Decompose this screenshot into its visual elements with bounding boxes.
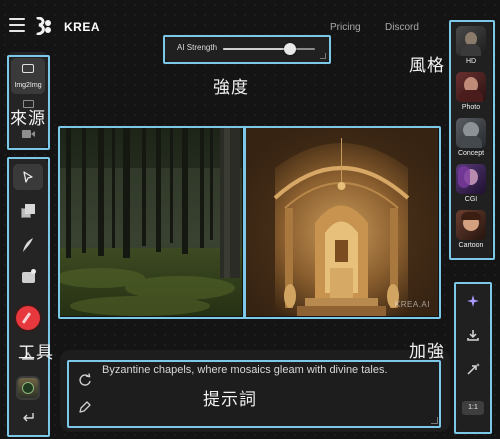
annotation-style: 風格: [409, 56, 445, 76]
nav-discord-link[interactable]: Discord: [385, 22, 419, 33]
highlight-source: [7, 55, 50, 150]
brand-name: KREA: [64, 20, 101, 34]
highlight-styles: [449, 20, 495, 260]
highlight-tools: [7, 157, 50, 437]
annotation-tools: 工具: [18, 343, 54, 363]
krea-logo-icon: [36, 17, 51, 35]
annotation-source: 來源: [10, 109, 46, 129]
highlight-enhance: [454, 282, 492, 434]
annotation-prompt: 提示詞: [203, 390, 257, 410]
highlight-input-canvas: [58, 126, 246, 319]
annotation-strength: 強度: [213, 78, 249, 98]
menu-icon[interactable]: [9, 18, 25, 32]
nav-pricing-link[interactable]: Pricing: [330, 22, 361, 33]
highlight-output-canvas: [243, 126, 441, 319]
annotation-enhance: 加強: [409, 342, 445, 362]
highlight-strength: [163, 35, 331, 64]
